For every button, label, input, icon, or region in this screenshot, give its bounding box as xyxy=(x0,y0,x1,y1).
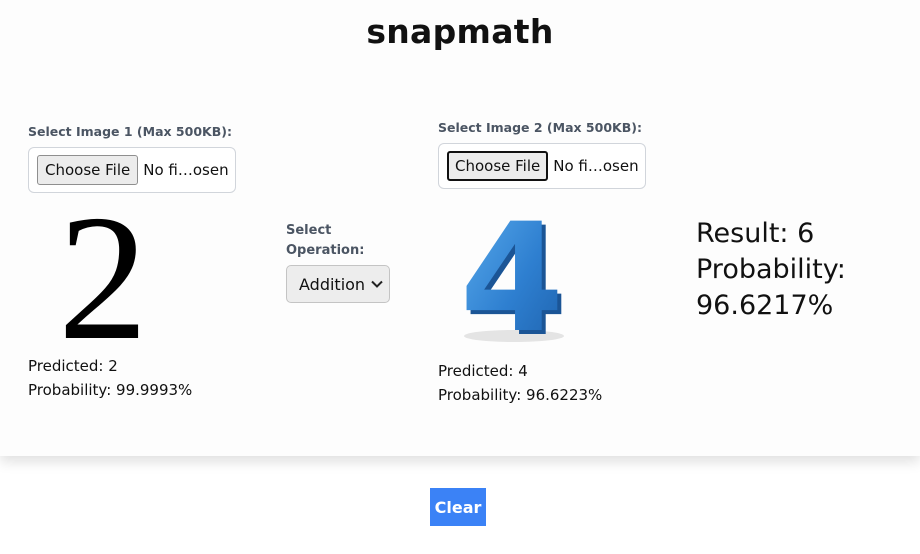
image2-file-status: No fi…osen xyxy=(553,157,639,175)
clear-button[interactable]: Clear xyxy=(430,488,486,526)
image1-file-status: No fi…osen xyxy=(143,161,229,179)
operation-label: Select Operation: xyxy=(286,221,376,261)
result-value: Result: 6 xyxy=(696,218,815,249)
image2-digit: 4 xyxy=(460,204,564,350)
chevron-down-icon xyxy=(371,280,383,288)
result-probability-value: 96.6217% xyxy=(696,290,834,321)
image1-choose-file-button[interactable]: Choose File xyxy=(37,155,139,185)
operation-label-line2: Operation: xyxy=(286,243,365,258)
image2-preview: 4 4 xyxy=(460,204,568,350)
image2-label: Select Image 2 (Max 500KB): xyxy=(438,120,642,135)
image1-preview: 2 xyxy=(58,200,148,350)
app-title: snapmath xyxy=(366,12,554,51)
image1-probability-text: Probability: 99.9993% xyxy=(28,381,193,399)
image2-file-input[interactable]: Choose File No fi…osen xyxy=(438,143,646,189)
image2-predicted-text: Predicted: 4 xyxy=(438,362,528,380)
image1-predicted-text: Predicted: 2 xyxy=(28,357,118,375)
image1-file-input[interactable]: Choose File No fi…osen xyxy=(28,147,236,193)
image2-prediction: Predicted: 4 Probability: 96.6223% xyxy=(438,359,602,407)
operation-label-line1: Select xyxy=(286,223,332,238)
page: snapmath Select Image 1 (Max 500KB): Cho… xyxy=(0,0,920,554)
image2-choose-file-button[interactable]: Choose File xyxy=(447,151,549,181)
image1-prediction: Predicted: 2 Probability: 99.9993% xyxy=(28,354,192,402)
image1-label: Select Image 1 (Max 500KB): xyxy=(28,124,232,139)
result-panel: Result: 6 Probability: 96.6217% xyxy=(696,216,846,324)
image2-probability-text: Probability: 96.6223% xyxy=(438,386,603,404)
main-card: snapmath Select Image 1 (Max 500KB): Cho… xyxy=(0,0,920,456)
operation-selected-value: Addition xyxy=(299,274,366,294)
result-probability-label: Probability: xyxy=(696,254,846,285)
operation-select[interactable]: Addition xyxy=(286,265,390,303)
image1-digit: 2 xyxy=(58,200,148,350)
